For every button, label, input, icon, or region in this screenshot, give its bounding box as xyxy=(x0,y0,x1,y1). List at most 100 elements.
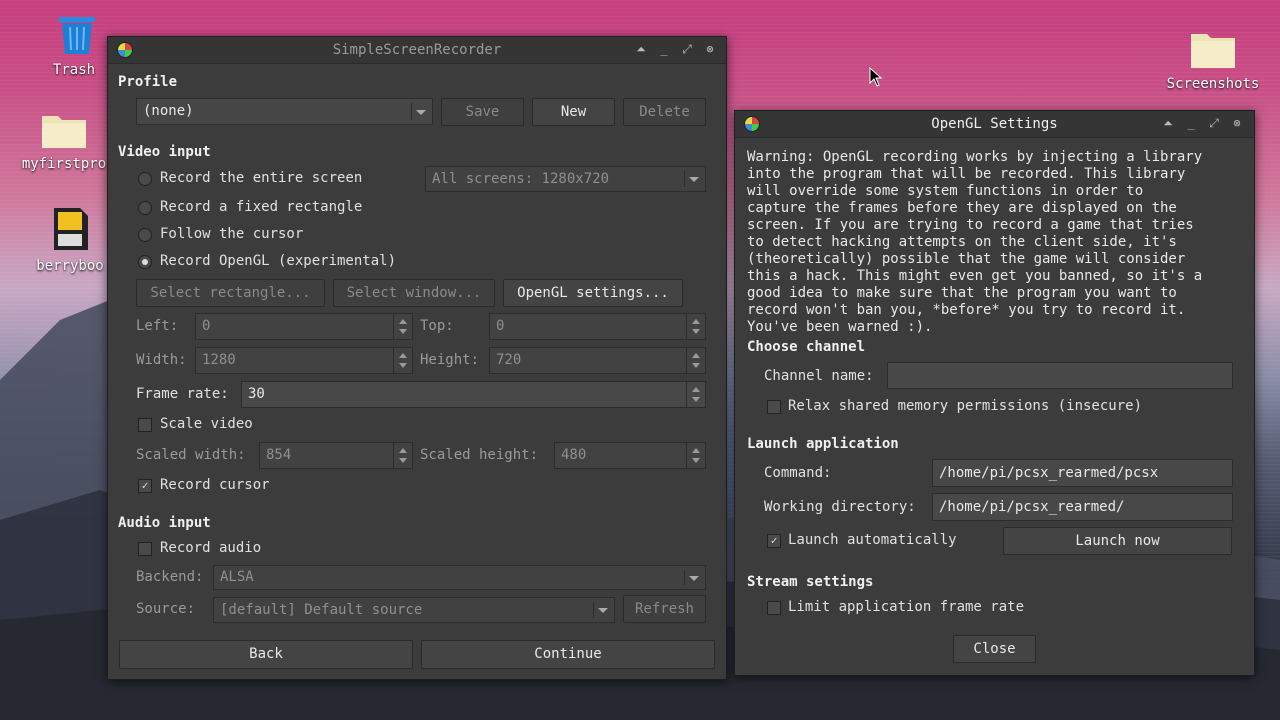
backend-selected: ALSA xyxy=(220,569,254,585)
channel-name-label: Channel name: xyxy=(764,368,874,384)
framerate-spinbox[interactable]: 30 xyxy=(241,381,706,408)
profile-select[interactable]: (none) xyxy=(136,98,433,125)
chevron-down-icon xyxy=(416,109,426,115)
radio-record-opengl-label: Record OpenGL (experimental) xyxy=(160,253,397,269)
scaled-width-value: 854 xyxy=(266,447,292,463)
desktop-icon-screenshots[interactable]: Screenshots xyxy=(1163,28,1263,92)
chevron-down-icon xyxy=(598,608,608,613)
top-value: 0 xyxy=(496,318,505,334)
scale-video-checkbox[interactable] xyxy=(138,418,152,432)
desktop-icon-trash[interactable]: Trash xyxy=(52,14,102,78)
ssr-titlebar[interactable]: SimpleScreenRecorder ⏶ _ ⤢ ⊗ xyxy=(108,37,726,64)
screens-selected: All screens: 1280x720 xyxy=(432,171,610,187)
close-button[interactable]: Close xyxy=(953,635,1036,663)
close-icon[interactable]: ⊗ xyxy=(1230,116,1244,130)
maximize-icon[interactable]: ⤢ xyxy=(1207,116,1221,130)
minimize-icon[interactable]: _ xyxy=(657,42,671,56)
scaled-height-spinbox[interactable]: 480 xyxy=(554,442,706,469)
shade-icon[interactable]: ⏶ xyxy=(634,42,648,56)
backend-label: Backend: xyxy=(136,569,204,585)
framerate-label: Frame rate: xyxy=(136,386,229,402)
height-value: 720 xyxy=(496,352,522,368)
profile-new-button[interactable]: New xyxy=(532,98,615,126)
command-label: Command: xyxy=(764,465,832,481)
width-label: Width: xyxy=(136,352,187,368)
launch-application-heading: Launch application xyxy=(747,436,899,452)
radio-follow-cursor[interactable] xyxy=(138,228,152,242)
working-directory-label: Working directory: xyxy=(764,499,916,515)
close-icon[interactable]: ⊗ xyxy=(703,42,717,56)
relax-permissions-checkbox[interactable] xyxy=(767,400,781,414)
record-cursor-checkbox[interactable]: ✓ xyxy=(138,479,152,493)
trash-icon xyxy=(59,17,95,54)
select-window-button[interactable]: Select window... xyxy=(333,279,495,307)
opengl-warning-text: Warning: OpenGL recording works by injec… xyxy=(747,149,1203,335)
working-directory-value: /home/pi/pcsx_rearmed/ xyxy=(939,499,1125,515)
record-cursor-label: Record cursor xyxy=(160,477,270,493)
mouse-cursor-icon xyxy=(869,67,883,87)
ssr-window: SimpleScreenRecorder ⏶ _ ⤢ ⊗ Profile (no… xyxy=(107,36,727,680)
record-audio-checkbox[interactable] xyxy=(138,542,152,556)
source-label: Source: xyxy=(136,601,196,617)
radio-record-opengl[interactable] xyxy=(138,255,152,269)
height-spinbox[interactable]: 720 xyxy=(489,347,706,374)
scaled-height-value: 480 xyxy=(561,447,587,463)
scaled-width-label: Scaled width: xyxy=(136,447,246,463)
continue-button[interactable]: Continue xyxy=(421,640,715,669)
radio-fixed-rectangle-label: Record a fixed rectangle xyxy=(160,199,363,215)
desktop-icon-myfirstpro[interactable]: myfirstpro xyxy=(14,110,114,172)
back-button[interactable]: Back xyxy=(119,640,413,669)
audio-input-heading: Audio input xyxy=(118,515,211,531)
maximize-icon[interactable]: ⤢ xyxy=(680,42,694,56)
limit-frame-rate-checkbox[interactable] xyxy=(767,601,781,615)
launch-automatically-label: Launch automatically xyxy=(788,532,957,548)
profile-save-button[interactable]: Save xyxy=(441,98,524,126)
framerate-value: 30 xyxy=(248,386,265,402)
opengl-titlebar[interactable]: OpenGL Settings ⏶ _ ⤢ ⊗ xyxy=(735,111,1254,138)
channel-name-input[interactable] xyxy=(887,362,1233,389)
desktop-icon-label: Screenshots xyxy=(1166,76,1260,92)
select-rectangle-button[interactable]: Select rectangle... xyxy=(136,279,325,307)
width-spinbox[interactable]: 1280 xyxy=(195,347,413,374)
sd-card-icon xyxy=(54,208,88,250)
source-selected: [default] Default source xyxy=(220,602,423,618)
scaled-width-spinbox[interactable]: 854 xyxy=(259,442,413,469)
profile-heading: Profile xyxy=(118,74,178,90)
refresh-button[interactable]: Refresh xyxy=(623,595,706,623)
working-directory-input[interactable]: /home/pi/pcsx_rearmed/ xyxy=(932,493,1233,521)
screens-select[interactable]: All screens: 1280x720 xyxy=(425,166,706,192)
folder-icon xyxy=(1191,34,1235,68)
height-label: Height: xyxy=(420,352,480,368)
profile-delete-button[interactable]: Delete xyxy=(623,98,706,126)
scaled-height-label: Scaled height: xyxy=(420,447,539,463)
radio-follow-cursor-label: Follow the cursor xyxy=(160,226,304,242)
record-audio-label: Record audio xyxy=(160,540,262,556)
left-spinbox[interactable]: 0 xyxy=(195,313,413,340)
choose-channel-heading: Choose channel xyxy=(747,339,866,355)
source-select[interactable]: [default] Default source xyxy=(213,597,615,623)
window-title: OpenGL Settings xyxy=(931,116,1058,132)
minimize-icon[interactable]: _ xyxy=(1184,116,1198,130)
opengl-settings-window: OpenGL Settings ⏶ _ ⤢ ⊗ Warning: OpenGL … xyxy=(734,110,1255,676)
command-value: /home/pi/pcsx_rearmed/pcsx xyxy=(939,465,1159,481)
desktop-icon-label: berryboo xyxy=(36,258,104,274)
video-input-heading: Video input xyxy=(118,144,211,160)
folder-icon xyxy=(42,116,86,148)
desktop-icon-berryboo[interactable]: berryboo xyxy=(30,206,110,274)
opengl-settings-button[interactable]: OpenGL settings... xyxy=(503,279,683,307)
desktop-icon-label: Trash xyxy=(52,62,96,78)
scale-video-label: Scale video xyxy=(160,416,253,432)
radio-entire-screen[interactable] xyxy=(138,172,152,186)
command-input[interactable]: /home/pi/pcsx_rearmed/pcsx xyxy=(932,459,1233,487)
radio-entire-screen-label: Record the entire screen xyxy=(160,170,363,186)
radio-fixed-rectangle[interactable] xyxy=(138,201,152,215)
left-value: 0 xyxy=(202,318,211,334)
launch-now-button[interactable]: Launch now xyxy=(1003,527,1232,555)
relax-permissions-label: Relax shared memory permissions (insecur… xyxy=(788,398,1143,414)
chevron-down-icon xyxy=(689,575,699,581)
top-spinbox[interactable]: 0 xyxy=(489,313,706,340)
launch-automatically-checkbox[interactable]: ✓ xyxy=(767,534,781,548)
shade-icon[interactable]: ⏶ xyxy=(1161,116,1175,130)
chevron-down-icon xyxy=(689,177,699,182)
backend-select[interactable]: ALSA xyxy=(213,565,706,590)
